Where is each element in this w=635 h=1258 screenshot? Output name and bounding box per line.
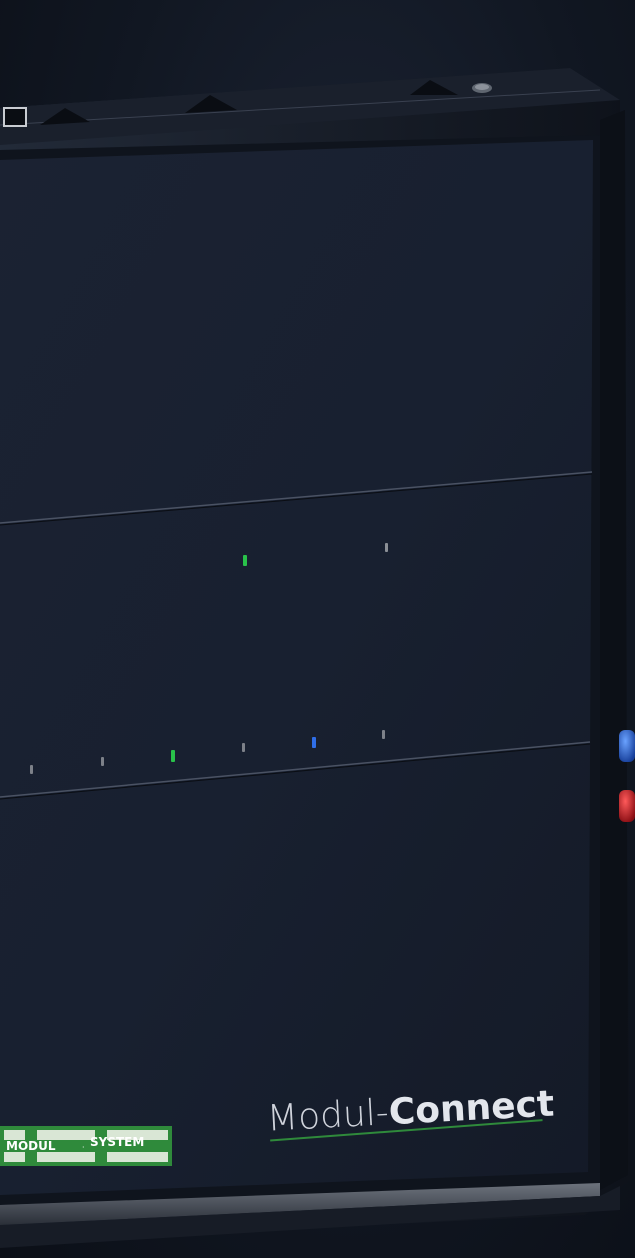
side-button-red bbox=[619, 790, 635, 822]
svg-text:·: · bbox=[82, 1143, 85, 1152]
led-off bbox=[30, 765, 33, 774]
housing-right-side bbox=[600, 110, 628, 1190]
modul-system-logo: MODUL · SYSTEM bbox=[0, 1126, 172, 1166]
front-panel bbox=[0, 140, 593, 1195]
modul-connect-device: MODUL · SYSTEM bbox=[0, 68, 635, 1248]
led-off bbox=[242, 743, 245, 752]
led-green bbox=[171, 750, 175, 762]
led-green bbox=[243, 555, 247, 566]
svg-text:MODUL: MODUL bbox=[6, 1139, 56, 1153]
product-name: Modul- Connect bbox=[267, 1084, 555, 1142]
side-button-blue bbox=[619, 730, 635, 762]
top-left-connector bbox=[3, 107, 27, 127]
led-off bbox=[101, 757, 104, 766]
led-blue bbox=[312, 737, 316, 748]
device-photo: MODUL · SYSTEM bbox=[0, 0, 635, 1258]
svg-text:SYSTEM: SYSTEM bbox=[90, 1135, 144, 1149]
led-off bbox=[385, 543, 388, 552]
led-off bbox=[382, 730, 385, 739]
